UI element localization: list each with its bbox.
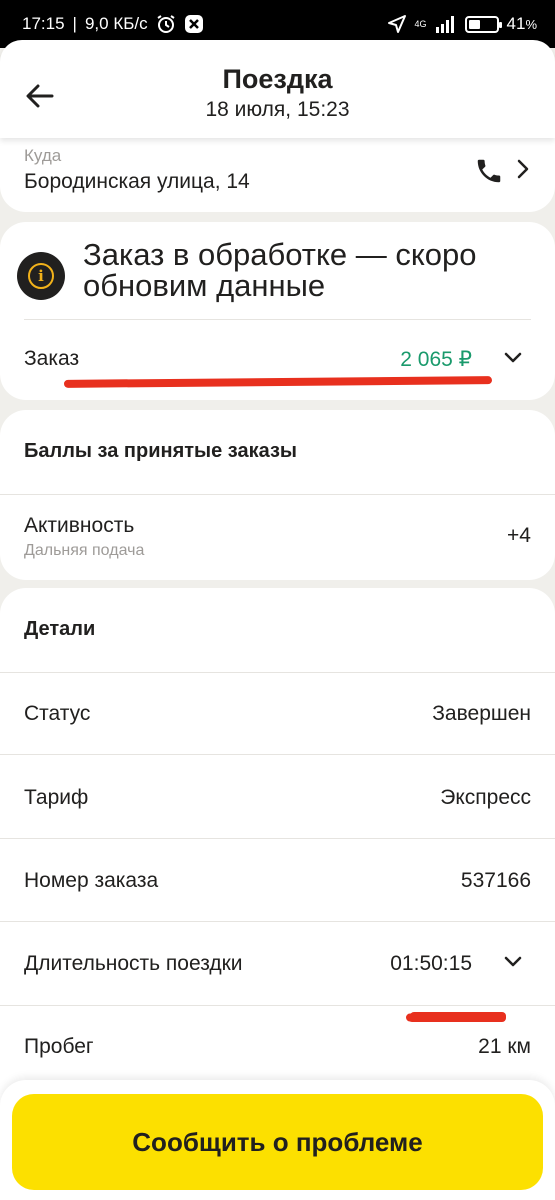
detail-row-value: 21 км (478, 1035, 531, 1058)
alarm-icon (156, 14, 176, 34)
page-subtitle: 18 июля, 15:23 (205, 98, 350, 121)
detail-row-label: Статус (24, 702, 91, 725)
annotation-underline (410, 1012, 506, 1020)
divider (0, 1005, 555, 1006)
detail-row-label: Номер заказа (24, 869, 159, 892)
app-header: Поездка 18 июля, 15:23 (0, 40, 555, 138)
notification-app-icon (184, 14, 204, 34)
divider (24, 319, 531, 320)
order-card: i Заказ в обработке — скоро обновим данн… (0, 222, 555, 400)
battery-icon (464, 15, 502, 33)
detail-row-value: Экспресс (440, 786, 531, 809)
destination-address: Бородинская улица, 14 (24, 170, 250, 193)
divider (0, 754, 555, 755)
detail-row-label: Пробег (24, 1035, 94, 1058)
detail-row-value: 01:50:15 (390, 952, 472, 975)
details-card: Детали Статус Завершен Тариф Экспресс Но… (0, 588, 555, 1108)
page-title: Поездка (222, 64, 333, 94)
status-network-type: 4G (414, 19, 427, 29)
detail-row-label: Тариф (24, 786, 89, 809)
points-title: Баллы за принятые заказы (24, 440, 297, 462)
info-icon: i (17, 252, 65, 300)
detail-row-value: Завершен (432, 702, 531, 725)
signal-icon (435, 15, 457, 33)
bottom-bar: Сообщить о проблеме (0, 1080, 555, 1200)
points-card: Баллы за принятые заказы Активность Даль… (0, 410, 555, 580)
battery-percent: 41% (506, 14, 537, 33)
chevron-down-icon[interactable] (503, 351, 523, 370)
status-network-speed: 9,0 КБ/с (84, 14, 148, 33)
activity-subtitle: Дальняя подача (24, 542, 145, 559)
divider (0, 838, 555, 839)
divider (0, 672, 555, 673)
destination-label: Куда (24, 146, 62, 165)
detail-row-label[interactable]: Длительность поездки (24, 952, 243, 976)
activity-value: +4 (507, 524, 531, 547)
activity-label: Активность (24, 514, 135, 537)
order-label: Заказ (24, 347, 80, 370)
order-processing-text: Заказ в обработке — скоро обновим данные (83, 237, 477, 303)
status-time: 17:15 (22, 14, 65, 33)
divider (0, 921, 555, 922)
status-bar-right: 4G 41% (387, 14, 537, 34)
status-separator: | (72, 14, 77, 33)
chevron-right-icon[interactable] (516, 158, 530, 185)
detail-row-value: 537166 (460, 869, 531, 892)
location-arrow-icon (387, 14, 407, 34)
report-problem-button[interactable]: Сообщить о проблеме (12, 1094, 543, 1190)
chevron-down-icon[interactable] (503, 955, 523, 974)
battery-level (468, 19, 480, 29)
order-amount: 2 065 ₽ (400, 348, 472, 371)
divider (0, 494, 555, 495)
details-title: Детали (24, 618, 96, 640)
phone-icon[interactable] (474, 156, 504, 191)
status-bar-left: 17:15 | 9,0 КБ/с (22, 14, 204, 34)
